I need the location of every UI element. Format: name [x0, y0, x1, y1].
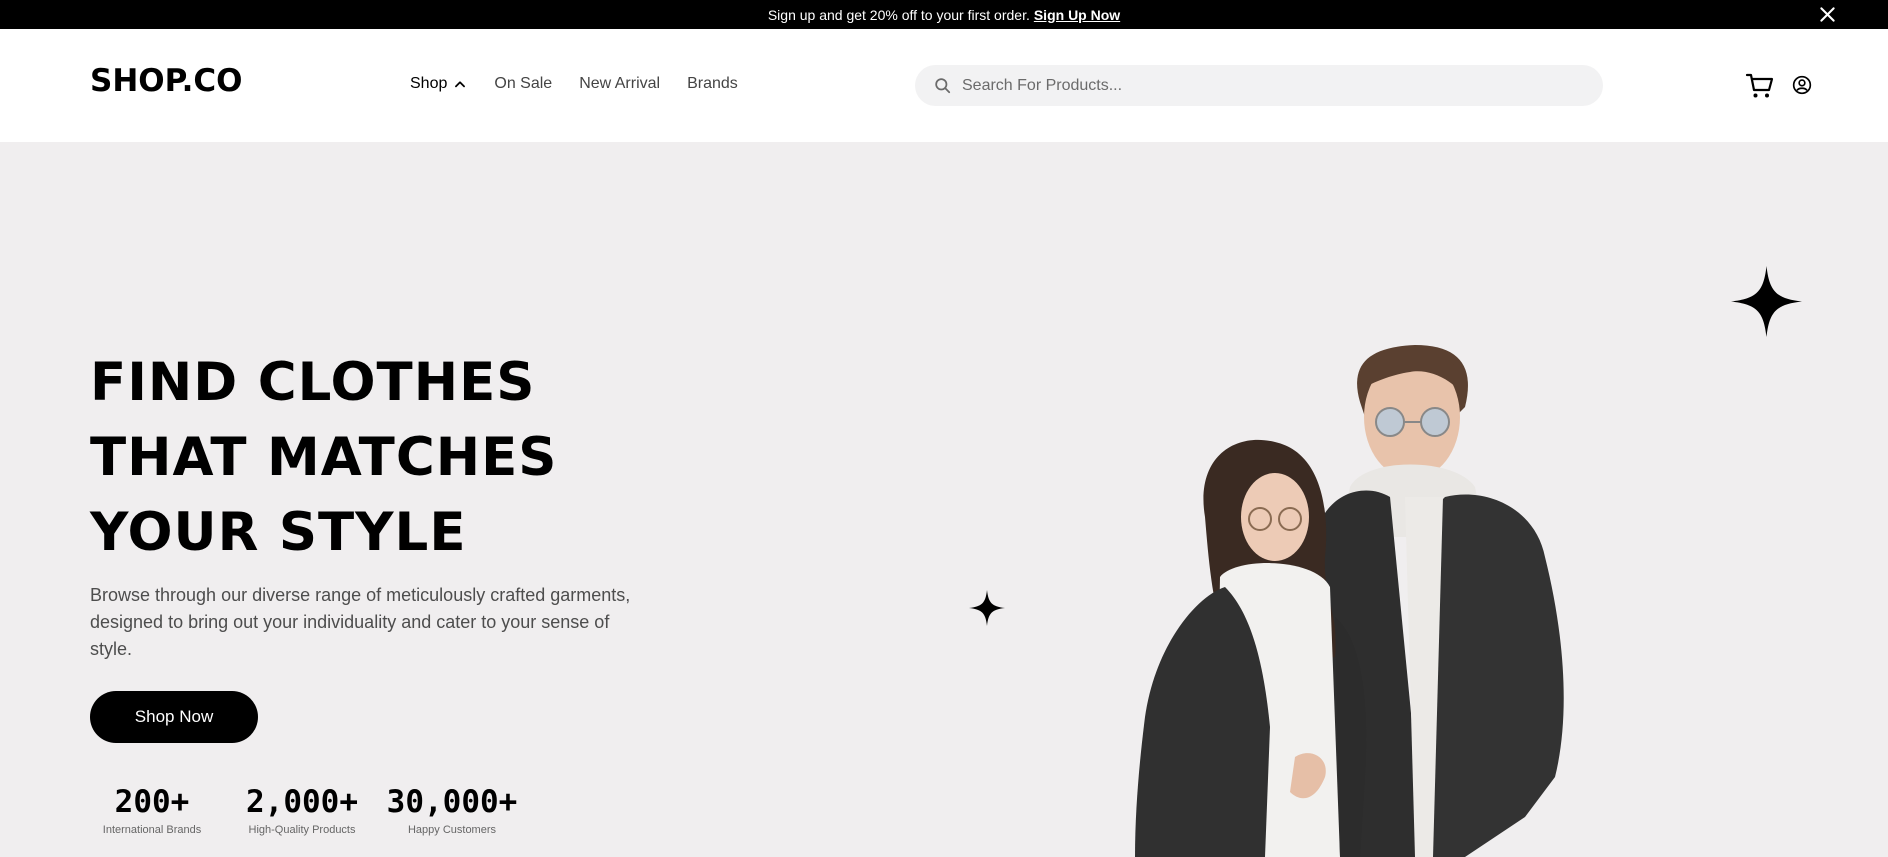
nav-item-new-arrival[interactable]: New Arrival: [579, 75, 660, 93]
stat-value: 200+: [114, 784, 190, 820]
headline-line: FIND CLOTHES: [90, 352, 536, 413]
headline-line: THAT MATCHES: [90, 427, 558, 488]
headline-line: YOUR STYLE: [90, 502, 467, 563]
logo[interactable]: SHOP.CO: [90, 66, 243, 97]
nav-item-on-sale[interactable]: On Sale: [494, 75, 552, 93]
stat-label: High-Quality Products: [248, 824, 356, 836]
site-header: SHOP.CO Shop On Sale New Arrival Brands: [0, 29, 1888, 142]
stat-customers: 30,000+ Happy Customers: [380, 784, 524, 837]
promo-text: Sign up and get 20% off to your first or…: [767, 6, 1030, 23]
sparkle-icon: [969, 590, 1005, 626]
stat-label: Happy Customers: [407, 824, 497, 836]
chevron-up-icon: [455, 81, 466, 88]
search-input[interactable]: [962, 76, 1562, 95]
sparkle-icon: [1731, 266, 1802, 337]
stat-label: International Brands: [102, 824, 202, 836]
nav-item-label: New Arrival: [579, 75, 661, 92]
nav-item-brands[interactable]: Brands: [687, 75, 738, 93]
main-nav: Shop On Sale New Arrival Brands: [410, 75, 738, 93]
nav-item-label: On Sale: [494, 75, 553, 92]
stat-products: 2,000+ High-Quality Products: [240, 784, 364, 837]
close-icon[interactable]: [1817, 4, 1838, 25]
search-icon: [935, 78, 951, 94]
hero-description: Browse through our diverse range of meti…: [90, 585, 631, 659]
shop-now-button[interactable]: Shop Now: [90, 691, 258, 743]
hero-section: FIND CLOTHES THAT MATCHES YOUR STYLE Bro…: [0, 142, 1888, 857]
sign-up-link[interactable]: Sign Up Now: [1034, 7, 1120, 23]
nav-item-label: Shop: [410, 75, 448, 92]
nav-item-label: Brands: [687, 75, 738, 92]
account-icon[interactable]: [1792, 75, 1812, 95]
promo-bar: Sign up and get 20% off to your first or…: [0, 0, 1888, 29]
hero-models-image: [1135, 345, 1564, 857]
cart-icon[interactable]: [1745, 71, 1775, 101]
stat-value: 2,000+: [246, 784, 358, 820]
search-bar: [915, 65, 1603, 106]
stat-brands: 200+ International Brands: [90, 784, 214, 837]
nav-item-shop[interactable]: Shop: [410, 75, 467, 93]
stat-value: 30,000+: [386, 784, 518, 820]
hero-headline: FIND CLOTHES THAT MATCHES YOUR STYLE: [90, 345, 557, 570]
